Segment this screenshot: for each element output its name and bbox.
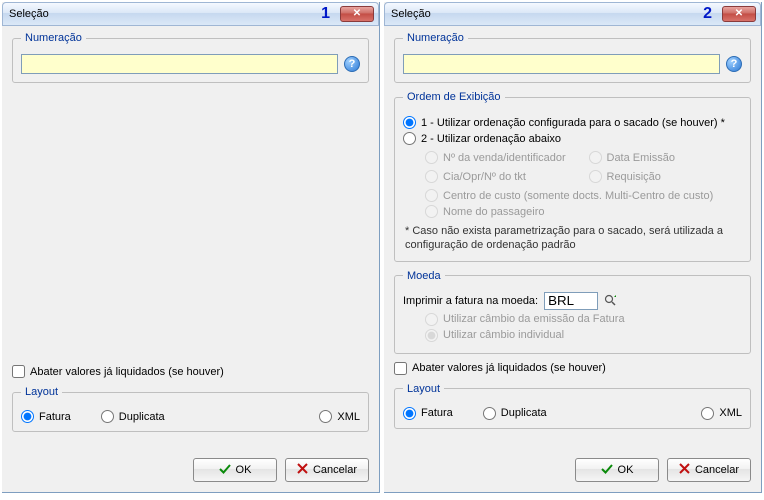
moeda-cambio-emissao: Utilizar câmbio da emissão da Fatura (425, 313, 742, 326)
layout-xml-radio[interactable] (701, 407, 714, 420)
panel-badge: 1 (321, 5, 330, 23)
ordem-sub-req-radio (589, 170, 602, 183)
ordem-sub-req: Requisição (589, 170, 743, 183)
layout-group: Layout Fatura Duplicata XML (394, 383, 751, 429)
ordem-sub-centro: Centro de custo (somente docts. Multi-Ce… (425, 189, 742, 202)
moeda-cambio-individual: Utilizar câmbio individual (425, 329, 742, 342)
layout-fatura-radio[interactable] (403, 407, 416, 420)
ordem-sub-data: Data Emissão (589, 151, 743, 164)
moeda-input[interactable] (544, 292, 598, 310)
close-button[interactable]: ✕ (340, 6, 374, 22)
abater-checkbox-row[interactable]: Abater valores já liquidados (se houver) (12, 365, 369, 378)
layout-fatura-radio[interactable] (21, 410, 34, 423)
ordem-note: * Caso não exista parametrização para o … (405, 224, 740, 253)
moeda-cambio-emissao-radio (425, 313, 438, 326)
x-icon (679, 463, 690, 477)
layout-duplicata[interactable]: Duplicata (101, 410, 165, 423)
dialog-selecao-1: Seleção 1 ✕ Numeração ? Abater valores j… (2, 2, 380, 493)
titlebar[interactable]: Seleção 2 ✕ (384, 2, 761, 26)
x-icon (297, 463, 308, 477)
layout-xml[interactable]: XML (319, 410, 360, 423)
ordem-sub-pax: Nome do passageiro (425, 205, 742, 218)
ok-button[interactable]: OK (575, 458, 659, 482)
close-button[interactable]: ✕ (722, 6, 756, 22)
layout-duplicata[interactable]: Duplicata (483, 407, 547, 420)
lookup-icon[interactable] (604, 294, 618, 308)
ordem-sub-cia-radio (425, 170, 438, 183)
ordem-sub-venda-radio (425, 151, 438, 164)
window-title: Seleção (9, 8, 49, 20)
abater-checkbox[interactable] (12, 365, 25, 378)
numeracao-input[interactable] (403, 54, 720, 74)
layout-fatura[interactable]: Fatura (21, 410, 71, 423)
layout-xml-radio[interactable] (319, 410, 332, 423)
window-title: Seleção (391, 8, 431, 20)
moeda-cambio-individual-radio (425, 329, 438, 342)
abater-label: Abater valores já liquidados (se houver) (30, 366, 224, 378)
layout-group: Layout Fatura Duplicata XML (12, 386, 369, 432)
ordem-sub-cia: Cia/Opr/Nº do tkt (425, 170, 579, 183)
cancel-button[interactable]: Cancelar (285, 458, 369, 482)
ordem-sub-data-radio (589, 151, 602, 164)
close-icon: ✕ (735, 9, 743, 19)
numeracao-group: Numeração ? (12, 32, 369, 83)
check-icon (219, 463, 231, 478)
abater-label: Abater valores já liquidados (se houver) (412, 362, 606, 374)
abater-checkbox-row[interactable]: Abater valores já liquidados (se houver) (394, 362, 751, 375)
ordem-opt2-radio[interactable] (403, 132, 416, 145)
ordem-sub-centro-radio (425, 189, 438, 202)
help-icon[interactable]: ? (344, 56, 360, 72)
dialog-selecao-2: Seleção 2 ✕ Numeração ? Ordem de Exibiçã… (384, 2, 762, 493)
layout-xml[interactable]: XML (701, 407, 742, 420)
numeracao-legend: Numeração (21, 32, 86, 44)
layout-fatura[interactable]: Fatura (403, 407, 453, 420)
numeracao-legend: Numeração (403, 32, 468, 44)
ordem-group: Ordem de Exibição 1 - Utilizar ordenação… (394, 91, 751, 262)
layout-duplicata-radio[interactable] (101, 410, 114, 423)
ordem-opt2[interactable]: 2 - Utilizar ordenação abaixo (403, 132, 742, 145)
ok-button[interactable]: OK (193, 458, 277, 482)
ordem-sub-pax-radio (425, 205, 438, 218)
panel-badge: 2 (703, 5, 712, 23)
check-icon (601, 463, 613, 478)
help-icon[interactable]: ? (726, 56, 742, 72)
ordem-sub-venda: Nº da venda/identificador (425, 151, 579, 164)
layout-legend: Layout (403, 383, 444, 395)
moeda-group: Moeda Imprimir a fatura na moeda: (394, 270, 751, 354)
titlebar[interactable]: Seleção 1 ✕ (2, 2, 379, 26)
ordem-legend: Ordem de Exibição (403, 91, 505, 103)
moeda-label: Imprimir a fatura na moeda: (403, 295, 538, 307)
close-icon: ✕ (353, 9, 361, 19)
cancel-button[interactable]: Cancelar (667, 458, 751, 482)
numeracao-group: Numeração ? (394, 32, 751, 83)
layout-duplicata-radio[interactable] (483, 407, 496, 420)
ordem-opt1-radio[interactable] (403, 116, 416, 129)
numeracao-input[interactable] (21, 54, 338, 74)
layout-legend: Layout (21, 386, 62, 398)
ordem-opt1[interactable]: 1 - Utilizar ordenação configurada para … (403, 116, 742, 129)
abater-checkbox[interactable] (394, 362, 407, 375)
moeda-legend: Moeda (403, 270, 445, 282)
